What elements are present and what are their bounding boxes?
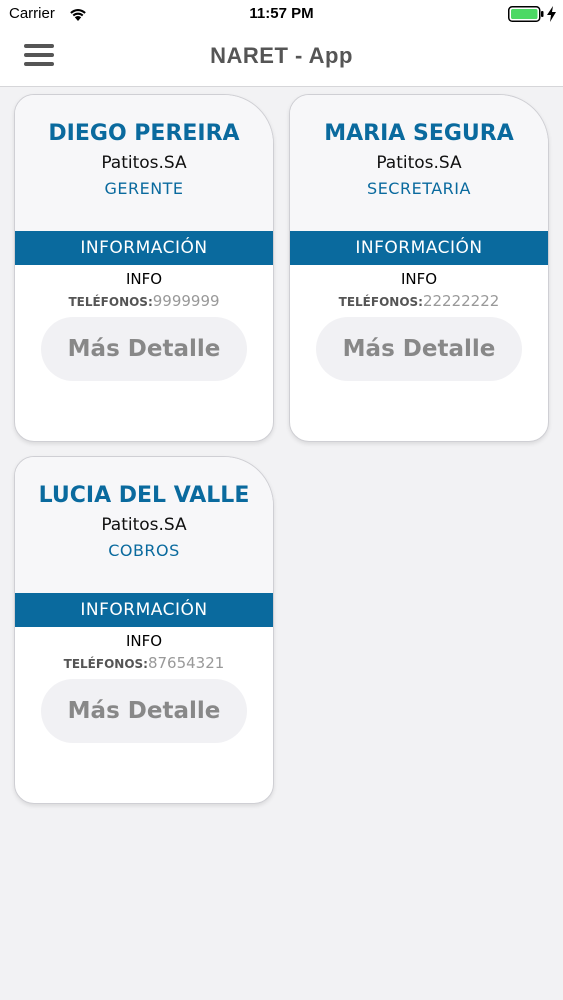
- phone-value: 22222222: [422, 292, 500, 310]
- phone-label: TELÉFONOS:: [338, 295, 423, 309]
- phone-label: TELÉFONOS:: [63, 657, 148, 671]
- info-label: INFO: [125, 270, 163, 288]
- battery-icon: [508, 6, 544, 22]
- info-section-header: INFORMACIÓN: [15, 593, 273, 627]
- contact-role: SECRETARIA: [367, 179, 471, 198]
- contact-company: Patitos.SA: [101, 515, 187, 535]
- contact-company: Patitos.SA: [101, 153, 187, 173]
- more-details-button[interactable]: Más Detalle: [41, 317, 247, 381]
- status-time: 11:57 PM: [249, 5, 314, 22]
- info-section-header: INFORMACIÓN: [15, 231, 273, 265]
- nav-bar: NARET - App: [0, 30, 563, 87]
- contact-role: GERENTE: [104, 179, 184, 198]
- phone-row: TELÉFONOS:87654321: [15, 654, 273, 672]
- contact-card: MARIA SEGURA Patitos.SA SECRETARIA INFOR…: [289, 94, 549, 442]
- status-bar: Carrier 11:57 PM: [0, 0, 563, 30]
- contact-name: LUCIA DEL VALLE: [38, 483, 250, 508]
- charging-icon: [547, 6, 556, 22]
- phone-label: TELÉFONOS:: [68, 295, 153, 309]
- more-details-button[interactable]: Más Detalle: [41, 679, 247, 743]
- contact-role: COBROS: [108, 541, 180, 560]
- info-label: INFO: [400, 270, 438, 288]
- phone-row: TELÉFONOS:22222222: [290, 292, 548, 310]
- contact-name: MARIA SEGURA: [324, 121, 514, 146]
- page-title: NARET - App: [210, 43, 353, 68]
- info-label: INFO: [125, 632, 163, 650]
- phone-value: 87654321: [147, 654, 225, 672]
- contact-company: Patitos.SA: [376, 153, 462, 173]
- contact-card: LUCIA DEL VALLE Patitos.SA COBROS INFORM…: [14, 456, 274, 804]
- more-details-button[interactable]: Más Detalle: [316, 317, 522, 381]
- info-section-header: INFORMACIÓN: [290, 231, 548, 265]
- contact-name: DIEGO PEREIRA: [48, 121, 240, 146]
- phone-value: 9999999: [152, 292, 220, 310]
- contact-card: DIEGO PEREIRA Patitos.SA GERENTE INFORMA…: [14, 94, 274, 442]
- phone-row: TELÉFONOS:9999999: [15, 292, 273, 310]
